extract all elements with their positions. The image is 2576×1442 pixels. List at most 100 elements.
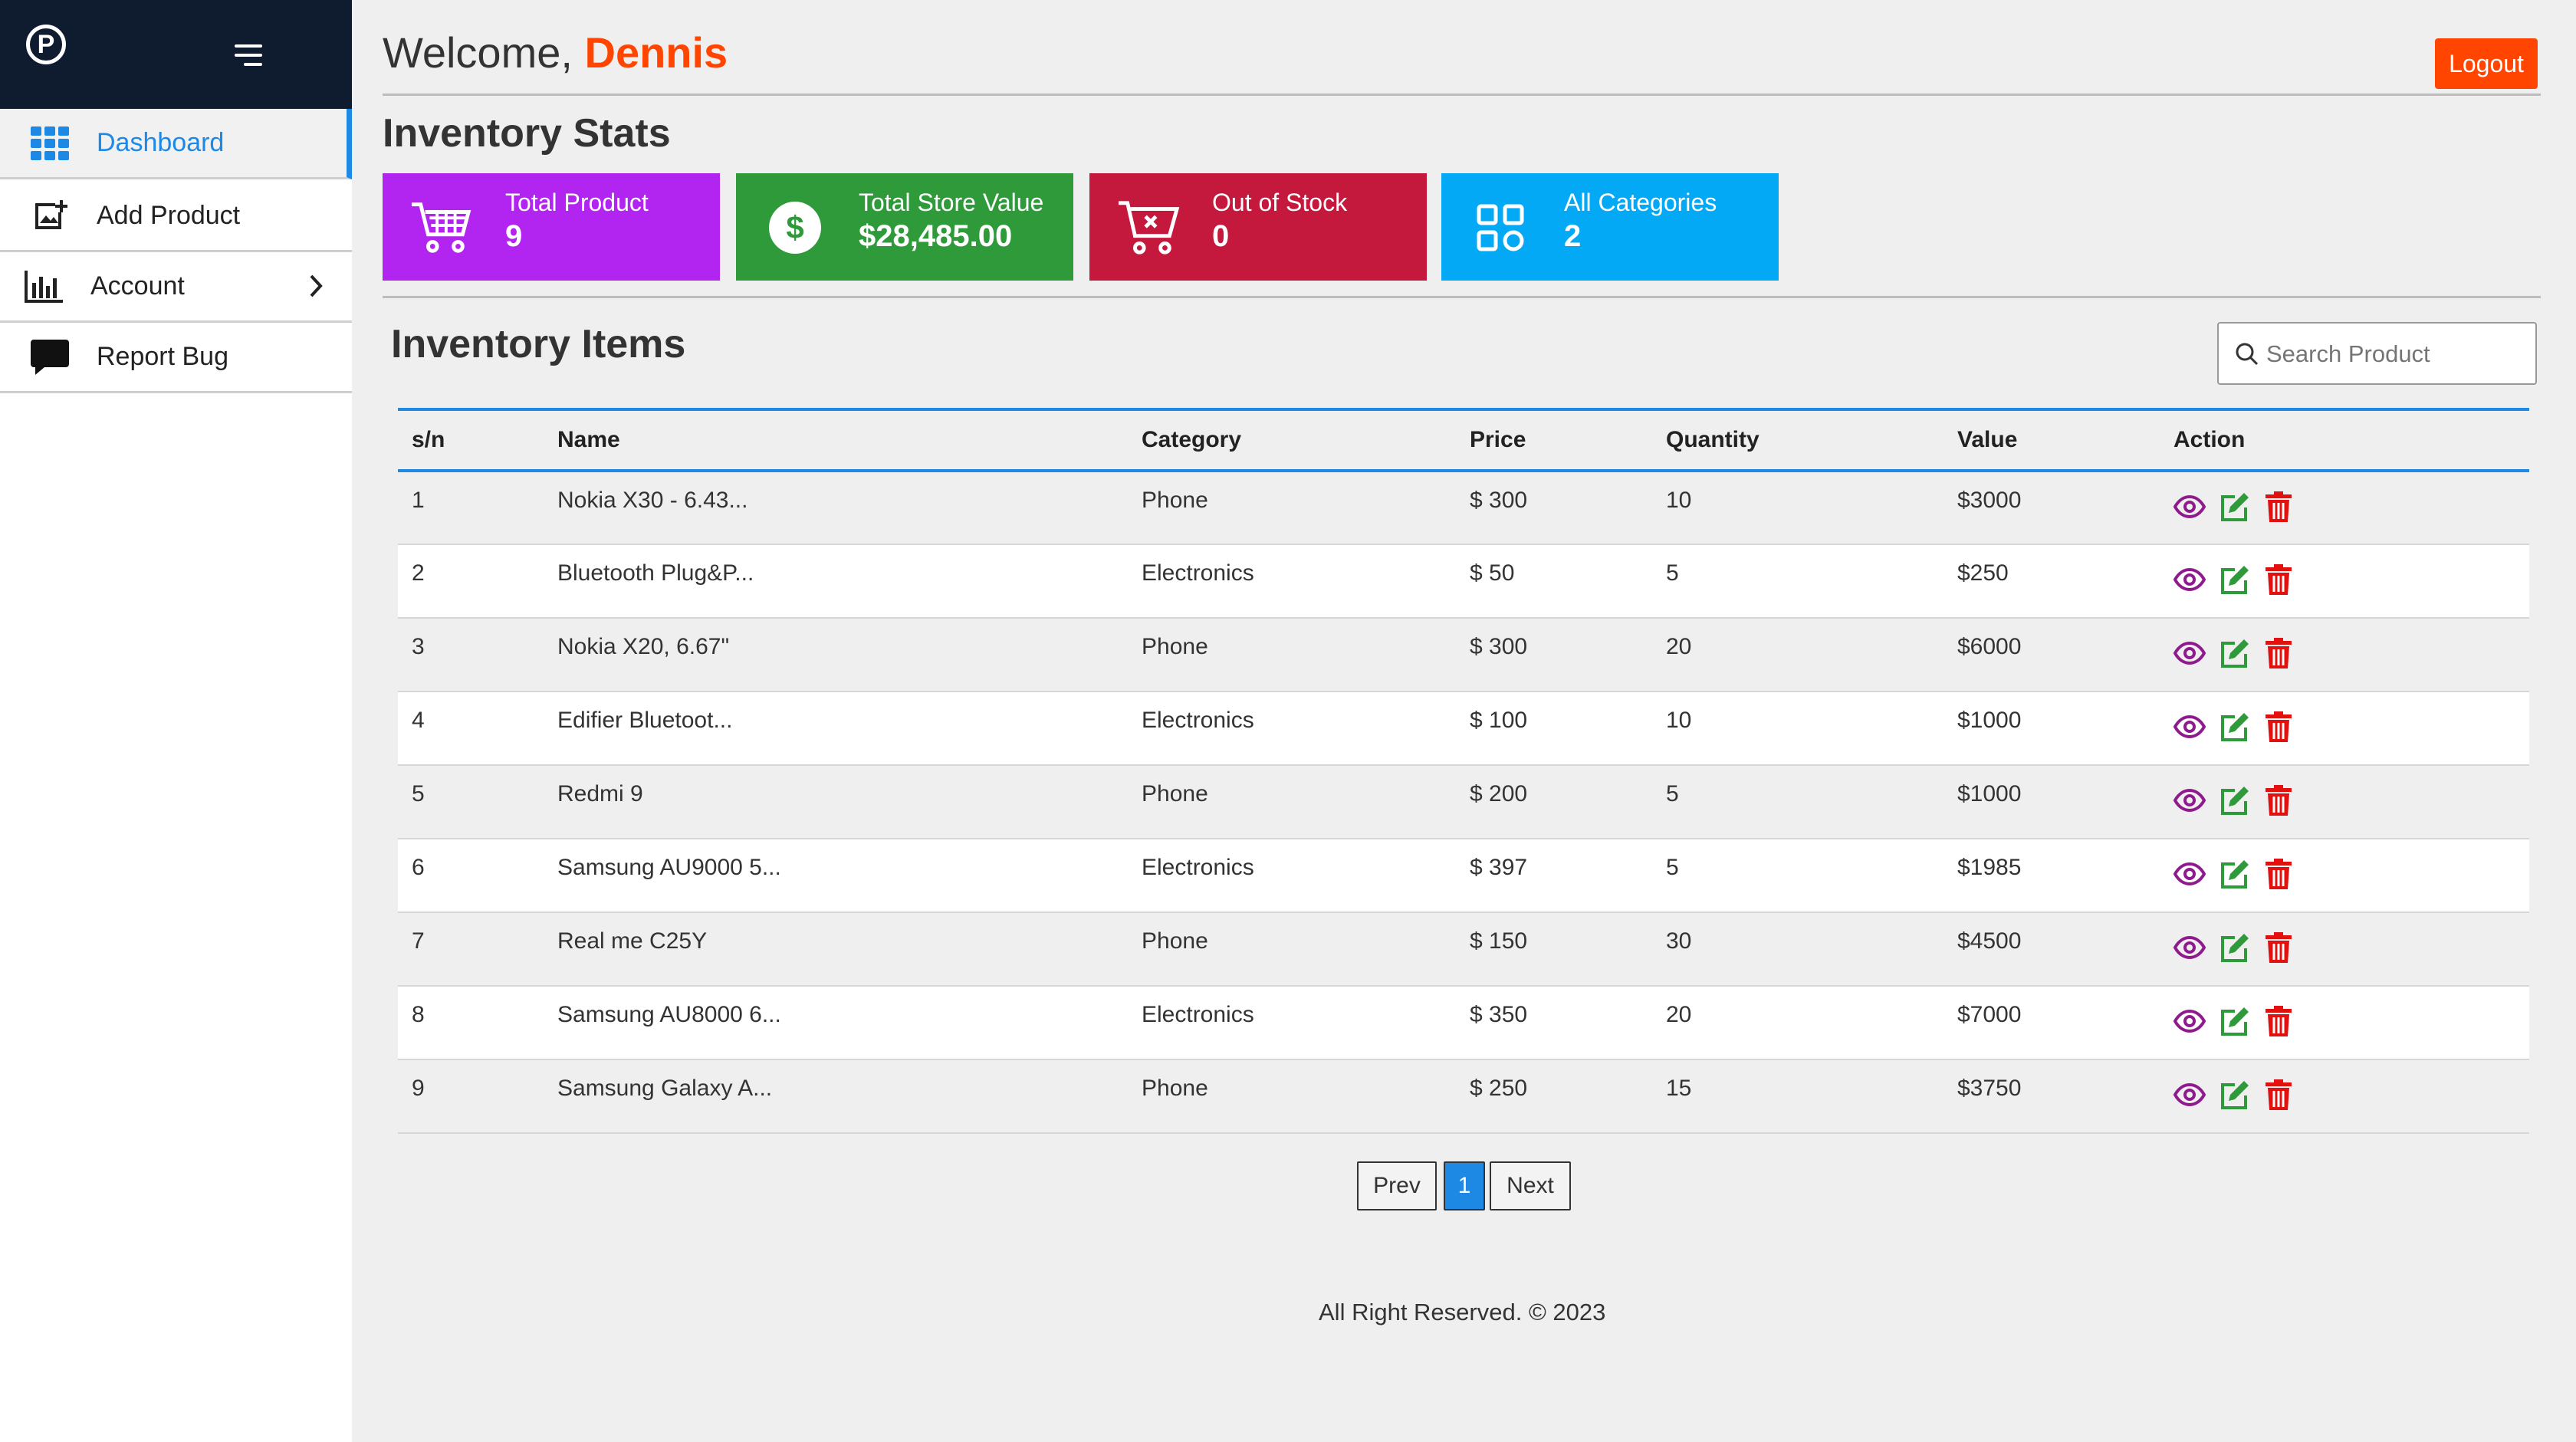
svg-text:$: $ [786, 209, 803, 245]
table-cell: Electronics [1128, 691, 1456, 766]
table-cell: 20 [1652, 986, 1944, 1060]
divider [383, 94, 2541, 96]
table-row: 6 Samsung AU9000 5... Electronics $ 397 5 $19… [398, 839, 2529, 913]
column-header[interactable]: Value [1944, 409, 2160, 471]
stat-card-title: Total Product [505, 189, 649, 216]
next-page-button[interactable]: Next [1490, 1161, 1571, 1210]
sidebar-item-label: Dashboard [97, 128, 225, 157]
edit-icon[interactable] [2218, 563, 2250, 596]
column-header[interactable]: Price [1456, 409, 1652, 471]
delete-icon[interactable] [2262, 563, 2295, 596]
edit-icon[interactable] [2218, 1005, 2250, 1037]
add-image-icon [31, 197, 69, 235]
delete-icon[interactable] [2262, 858, 2295, 890]
sidebar-item-label: Add Product [97, 201, 241, 230]
table-cell: 5 [1652, 544, 1944, 619]
table-cell: Bluetooth Plug&P... [544, 544, 1128, 619]
stat-card-all-categories: All Categories 2 [1441, 173, 1779, 281]
section-title-inventory-stats: Inventory Stats [383, 111, 671, 156]
delete-icon[interactable] [2262, 1079, 2295, 1111]
table-cell: $ 300 [1456, 471, 1652, 545]
sidebar-item-label: Report Bug [97, 342, 228, 371]
table-cell: $1000 [1944, 765, 2160, 839]
table-cell: 7 [398, 912, 544, 987]
table-cell: Nokia X30 - 6.43... [544, 471, 1128, 545]
delete-icon[interactable] [2262, 931, 2295, 964]
column-header[interactable]: Name [544, 409, 1128, 471]
sidebar-item-add-product[interactable]: Add Product [0, 182, 352, 252]
delete-icon[interactable] [2262, 784, 2295, 816]
hamburger-menu-icon[interactable] [235, 44, 262, 67]
edit-icon[interactable] [2218, 711, 2250, 743]
view-icon[interactable] [2173, 637, 2206, 669]
search-input[interactable] [2265, 333, 2521, 376]
edit-icon[interactable] [2218, 858, 2250, 890]
table-cell: $ 100 [1456, 691, 1652, 766]
user-name: Dennis [584, 28, 728, 77]
stat-card-total-product: Total Product 9 [383, 173, 720, 281]
edit-icon[interactable] [2218, 931, 2250, 964]
column-header[interactable]: Quantity [1652, 409, 1944, 471]
table-cell-actions [2160, 765, 2529, 839]
stat-card-out-of-stock: Out of Stock 0 [1089, 173, 1427, 281]
table-cell: Phone [1128, 1059, 1456, 1134]
table-cell: 1 [398, 471, 544, 545]
sidebar-item-report-bug[interactable]: Report Bug [0, 323, 352, 393]
stat-card-value: 0 [1212, 219, 1230, 253]
column-header[interactable]: Category [1128, 409, 1456, 471]
sidebar-header: P [0, 0, 352, 109]
edit-icon[interactable] [2218, 784, 2250, 816]
page-1-button[interactable]: 1 [1444, 1161, 1485, 1210]
edit-icon[interactable] [2218, 491, 2250, 523]
table-row: 4 Edifier Bluetoot... Electronics $ 100 10 $1… [398, 691, 2529, 766]
table-cell-actions [2160, 1059, 2529, 1134]
table-cell: Electronics [1128, 544, 1456, 619]
table-cell: 3 [398, 618, 544, 692]
table-cell: $3750 [1944, 1059, 2160, 1134]
table-cell: $6000 [1944, 618, 2160, 692]
view-icon[interactable] [2173, 858, 2206, 890]
table-cell-actions [2160, 544, 2529, 619]
edit-icon[interactable] [2218, 1079, 2250, 1111]
table-cell: Edifier Bluetoot... [544, 691, 1128, 766]
view-icon[interactable] [2173, 491, 2206, 523]
view-icon[interactable] [2173, 563, 2206, 596]
sidebar-item-dashboard[interactable]: Dashboard [0, 109, 352, 179]
table-cell: $ 200 [1456, 765, 1652, 839]
inventory-table: s/n Name Category Price Quantity Value A… [398, 408, 2529, 1134]
view-icon[interactable] [2173, 931, 2206, 964]
view-icon[interactable] [2173, 784, 2206, 816]
view-icon[interactable] [2173, 711, 2206, 743]
delete-icon[interactable] [2262, 637, 2295, 669]
table-cell: Phone [1128, 471, 1456, 545]
table-cell: Samsung AU9000 5... [544, 839, 1128, 913]
table-cell: Samsung AU8000 6... [544, 986, 1128, 1060]
table-cell: 10 [1652, 691, 1944, 766]
delete-icon[interactable] [2262, 711, 2295, 743]
table-cell: $ 150 [1456, 912, 1652, 987]
view-icon[interactable] [2173, 1079, 2206, 1111]
table-cell: 30 [1652, 912, 1944, 987]
delete-icon[interactable] [2262, 491, 2295, 523]
dollar-icon: $ [764, 196, 826, 259]
table-cell: Samsung Galaxy A... [544, 1059, 1128, 1134]
table-cell: $250 [1944, 544, 2160, 619]
table-row: 1 Nokia X30 - 6.43... Phone $ 300 10 $3000 [398, 471, 2529, 545]
table-cell-actions [2160, 471, 2529, 545]
edit-icon[interactable] [2218, 637, 2250, 669]
sidebar-item-account[interactable]: Account [0, 252, 352, 323]
table-cell: 15 [1652, 1059, 1944, 1134]
table-cell: $1985 [1944, 839, 2160, 913]
column-header[interactable]: s/n [398, 409, 544, 471]
view-icon[interactable] [2173, 1005, 2206, 1037]
table-cell: $ 50 [1456, 544, 1652, 619]
logout-button[interactable]: Logout [2435, 38, 2538, 89]
table-cell: Redmi 9 [544, 765, 1128, 839]
table-cell: 6 [398, 839, 544, 913]
table-cell: $7000 [1944, 986, 2160, 1060]
table-cell: $3000 [1944, 471, 2160, 545]
logo[interactable]: P [26, 25, 66, 64]
delete-icon[interactable] [2262, 1005, 2295, 1037]
table-row: 9 Samsung Galaxy A... Phone $ 250 15 $3750 [398, 1059, 2529, 1134]
prev-page-button[interactable]: Prev [1357, 1161, 1437, 1210]
